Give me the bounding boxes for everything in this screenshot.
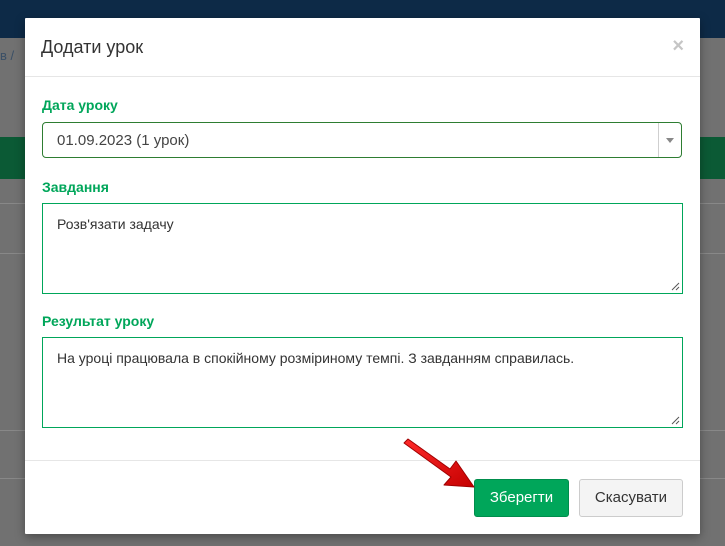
lesson-date-value: 01.09.2023 (1 урок) — [57, 132, 190, 149]
resize-handle-icon[interactable] — [670, 281, 680, 291]
result-label: Результат уроку — [42, 313, 155, 329]
task-textarea[interactable]: Розв'язати задачу — [42, 203, 683, 294]
lesson-date-label: Дата уроку — [42, 97, 118, 113]
close-button[interactable]: × — [672, 35, 684, 57]
add-lesson-modal: Додати урок × Дата уроку 01.09.2023 (1 у… — [25, 18, 700, 534]
annotation-arrow-icon — [403, 438, 475, 488]
task-text: Розв'язати задачу — [57, 216, 174, 232]
modal-title: Додати урок — [41, 37, 144, 57]
background-breadcrumb: в / — [0, 48, 15, 63]
chevron-down-icon — [666, 138, 674, 143]
save-button[interactable]: Зберегти — [474, 479, 569, 517]
resize-handle-icon[interactable] — [670, 415, 680, 425]
select-divider — [658, 123, 659, 157]
lesson-date-select[interactable]: 01.09.2023 (1 урок) — [42, 122, 682, 158]
result-textarea[interactable]: На уроці працювала в спокійному розмірин… — [42, 337, 683, 428]
result-text: На уроці працювала в спокійному розмірин… — [57, 350, 575, 366]
modal-footer-divider — [25, 460, 700, 461]
task-label: Завдання — [42, 179, 109, 195]
modal-header: Додати урок × — [25, 18, 700, 77]
cancel-button[interactable]: Скасувати — [579, 479, 683, 517]
